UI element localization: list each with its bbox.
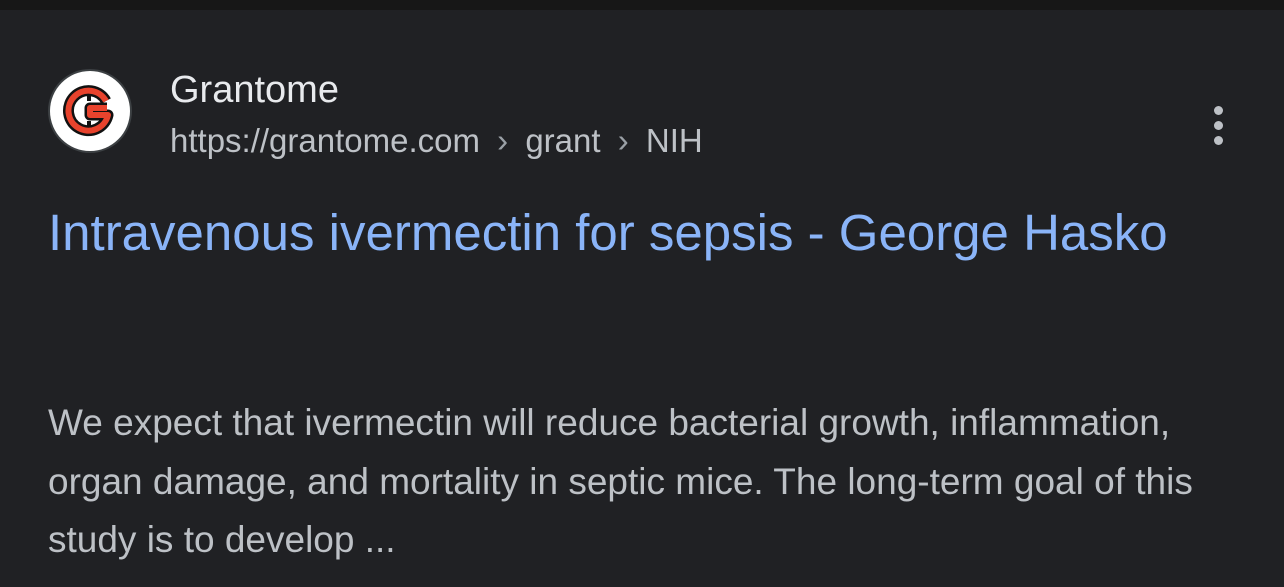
top-divider xyxy=(0,0,1284,10)
breadcrumb-part-nih: NIH xyxy=(645,122,703,159)
search-result: Grantome https://grantome.com › grant › … xyxy=(0,10,1284,587)
breadcrumb-part-grant: grant xyxy=(525,122,601,159)
grantome-logo-icon xyxy=(63,85,114,137)
site-favicon[interactable] xyxy=(50,71,130,151)
breadcrumb-separator: › xyxy=(497,122,509,159)
result-title-link[interactable]: Intravenous ivermectin for sepsis - Geor… xyxy=(48,203,1238,263)
breadcrumb-domain: https://grantome.com xyxy=(170,122,480,159)
more-options-button[interactable] xyxy=(1198,100,1238,150)
breadcrumb-separator: › xyxy=(617,122,629,159)
more-vert-icon-dot xyxy=(1213,120,1223,130)
result-snippet: We expect that ivermectin will reduce ba… xyxy=(48,402,1193,560)
more-vert-icon-dot xyxy=(1213,135,1223,145)
more-vert-icon xyxy=(1213,105,1223,115)
breadcrumb[interactable]: https://grantome.com › grant › NIH xyxy=(170,120,703,162)
site-name[interactable]: Grantome xyxy=(170,67,339,113)
